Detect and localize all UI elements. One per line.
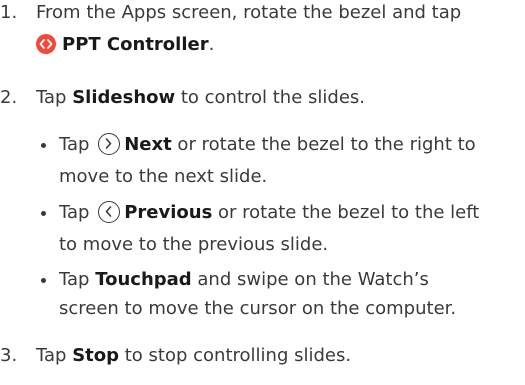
step-1-line2: PPT Controller. (36, 33, 214, 57)
slideshow-label: Slideshow (72, 87, 176, 108)
bullet-touchpad-line2: screen to move the cursor on the compute… (59, 298, 457, 319)
bullet-next-pre: Tap (59, 134, 96, 155)
bullet-previous-post: or rotate the bezel to the left (212, 202, 480, 223)
step-1-text: From the Apps screen, rotate the bezel a… (36, 2, 462, 23)
bullet-next-line1: Tap Next or rotate the bezel to the righ… (59, 133, 476, 157)
bullet-touchpad-pre: Tap (59, 269, 96, 290)
step-2-post: to control the slides. (175, 87, 365, 108)
bullet-touchpad-line1: Tap Touchpad and swipe on the Watch’s (59, 268, 429, 292)
touchpad-label: Touchpad (95, 269, 192, 290)
bullet-previous-pre: Tap (59, 202, 96, 223)
step-3-pre: Tap (36, 345, 73, 366)
bullet-previous-line1: Tap Previous or rotate the bezel to the … (59, 201, 479, 225)
bullet-previous-line2: to move to the previous slide. (59, 234, 329, 255)
stop-label: Stop (72, 345, 120, 366)
step-3-post: to stop controlling slides. (119, 345, 352, 366)
next-label: Next (124, 134, 172, 155)
bullet-dot (41, 143, 46, 148)
step-2-text: Tap Slideshow to control the slides. (36, 86, 365, 110)
step-2-number: 2. (0, 87, 18, 108)
previous-label: Previous (124, 202, 213, 223)
bullet-dot (41, 211, 46, 216)
step-1-number: 1. (0, 2, 18, 23)
step-3-number: 3. (0, 345, 18, 366)
bullet-next-line2: move to the next slide. (59, 166, 268, 187)
ppt-controller-app-icon (36, 34, 56, 54)
bullet-dot (41, 278, 46, 283)
step-2-pre: Tap (36, 87, 73, 108)
step-1-suffix: . (208, 34, 215, 55)
ppt-controller-label: PPT Controller (62, 34, 209, 55)
chevron-right-circle-icon (98, 133, 121, 155)
bullet-touchpad-post: and swipe on the Watch’s (191, 269, 429, 290)
step-3-text: Tap Stop to stop controlling slides. (36, 344, 351, 368)
bullet-next-post: or rotate the bezel to the right to (171, 134, 476, 155)
chevron-left-circle-icon (98, 201, 121, 223)
